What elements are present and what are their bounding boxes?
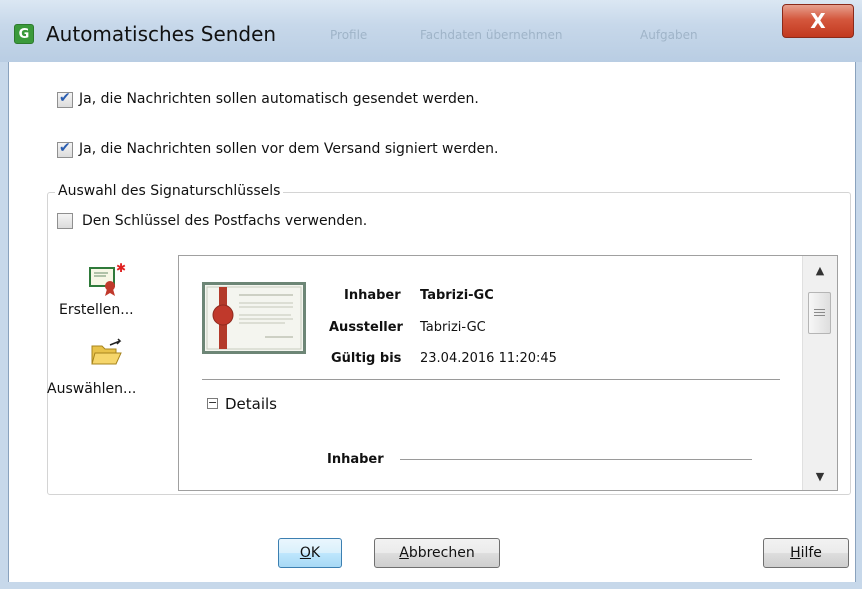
open-folder-icon[interactable] (90, 337, 126, 369)
details-holder-label: Inhaber (327, 452, 384, 467)
background-window-text: Fachdaten übernehmen (420, 28, 563, 42)
use-mailbox-key-label[interactable]: Den Schlüssel des Postfachs verwenden. (82, 213, 367, 229)
help-button-label: ilfe (800, 545, 822, 561)
signature-key-group-title: Auswahl des Signaturschlüssels (55, 183, 284, 199)
scroll-thumb[interactable] (808, 292, 831, 334)
window-frame-right (856, 62, 862, 589)
cert-valid-until-label: Gültig bis (331, 351, 402, 366)
window-title: Automatisches Senden (46, 22, 277, 46)
cert-issuer-label: Aussteller (329, 320, 403, 335)
background-window-text: Profile (330, 28, 368, 42)
select-button-label[interactable]: Auswählen... (47, 381, 136, 397)
window-frame-bottom (0, 582, 862, 589)
cancel-button-label: bbrechen (408, 545, 475, 561)
sign-label[interactable]: Ja, die Nachrichten sollen vor dem Versa… (79, 141, 498, 157)
vertical-scrollbar[interactable]: ▲ ▼ (802, 256, 837, 490)
details-label[interactable]: Details (225, 395, 277, 413)
certificate-image (202, 282, 306, 354)
details-holder-divider (400, 459, 752, 460)
cert-valid-until-value: 23.04.2016 11:20:45 (420, 351, 557, 366)
cert-holder-label: Inhaber (344, 288, 401, 303)
close-button[interactable]: X (782, 4, 854, 38)
scroll-down-arrow-icon[interactable]: ▼ (803, 470, 837, 483)
auto-send-checkbox[interactable] (57, 90, 73, 108)
cancel-button[interactable]: Abbrechen (374, 538, 500, 568)
use-mailbox-key-checkbox[interactable] (57, 213, 73, 229)
cert-divider (202, 379, 780, 380)
create-button-label[interactable]: Erstellen... (59, 302, 134, 318)
cert-holder-value: Tabrizi-GC (420, 288, 494, 303)
auto-send-label[interactable]: Ja, die Nachrichten sollen automatisch g… (79, 91, 479, 107)
app-icon: G (14, 24, 34, 44)
cancel-button-mnemonic: A (399, 545, 409, 561)
help-button-mnemonic: H (790, 545, 801, 561)
create-certificate-icon[interactable]: ✱ (88, 261, 128, 298)
svg-text:✱: ✱ (116, 262, 126, 275)
ok-button-mnemonic: O (299, 545, 311, 561)
background-window-text: Aufgaben (640, 28, 698, 42)
scroll-up-arrow-icon[interactable]: ▲ (803, 264, 837, 277)
details-collapse-icon[interactable]: − (207, 397, 218, 409)
sign-checkbox[interactable] (57, 140, 73, 158)
window-frame-left (0, 62, 8, 589)
cert-issuer-value: Tabrizi-GC (420, 320, 486, 335)
ok-button-label: K (310, 545, 321, 561)
help-button[interactable]: Hilfe (763, 538, 849, 568)
title-bar[interactable]: Profile Fachdaten übernehmen Aufgaben G … (0, 0, 862, 62)
ok-button[interactable]: OK (278, 538, 342, 568)
